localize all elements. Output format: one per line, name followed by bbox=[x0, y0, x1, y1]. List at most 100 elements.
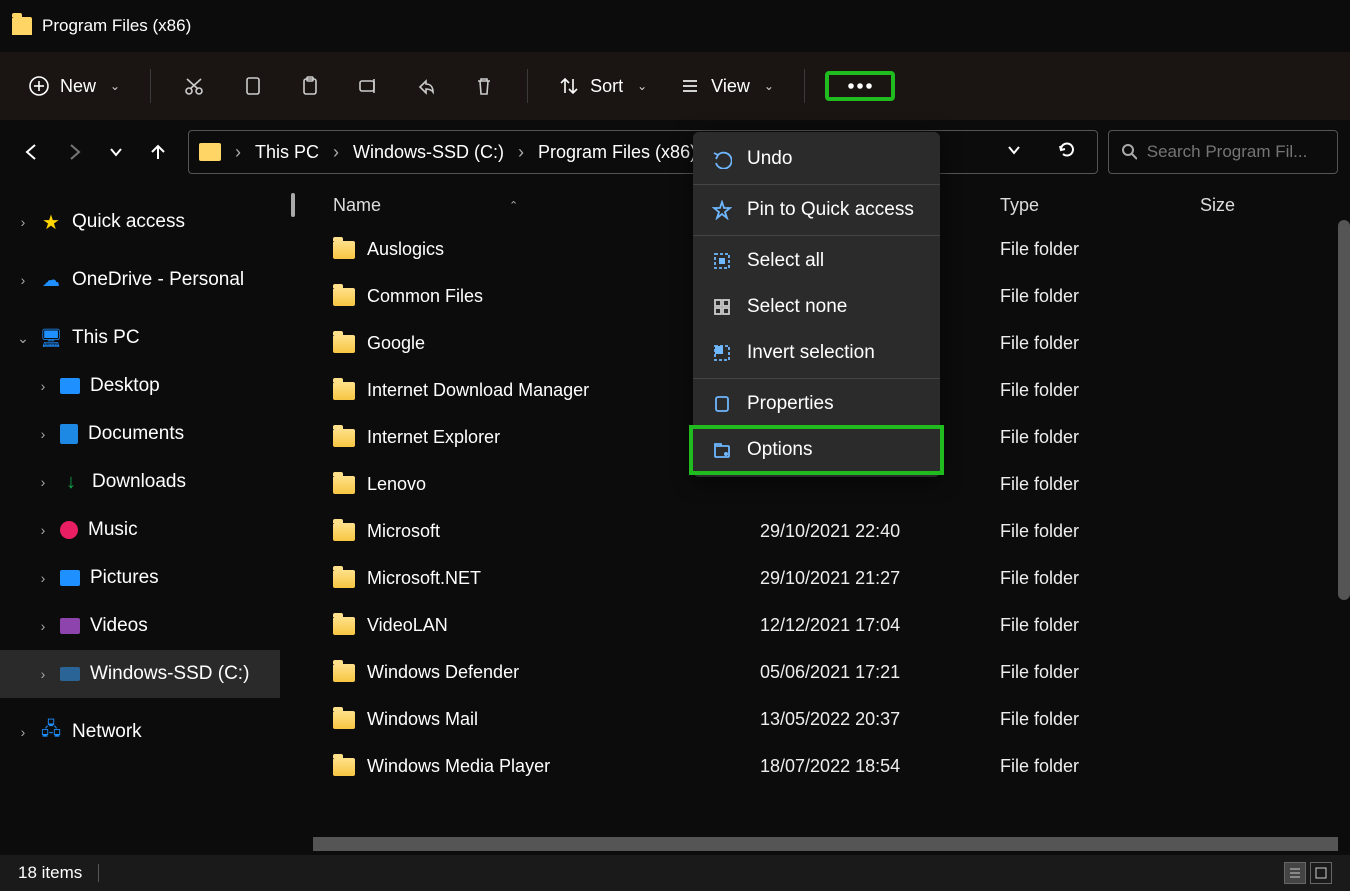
delete-button[interactable] bbox=[461, 69, 507, 103]
new-button[interactable]: New ⌄ bbox=[18, 69, 130, 103]
folder-icon bbox=[333, 570, 355, 588]
chevron-right-icon[interactable]: › bbox=[36, 618, 50, 634]
sidebar-item-this-pc[interactable]: ⌄ 🖥 This PC bbox=[0, 314, 280, 362]
rename-button[interactable] bbox=[345, 69, 391, 103]
table-row[interactable]: Microsoft.NET 29/10/2021 21:27 File fold… bbox=[281, 555, 1350, 602]
sidebar-label: Videos bbox=[90, 615, 148, 637]
copy-button[interactable] bbox=[229, 69, 275, 103]
breadcrumb-folder[interactable]: Program Files (x86) bbox=[538, 142, 696, 163]
back-button[interactable] bbox=[18, 138, 46, 166]
sidebar-label: Documents bbox=[88, 423, 184, 445]
vertical-scrollbar[interactable] bbox=[1338, 220, 1350, 600]
sidebar-item-music[interactable]: › Music bbox=[0, 506, 280, 554]
forward-button[interactable] bbox=[60, 138, 88, 166]
file-type: File folder bbox=[1000, 521, 1200, 542]
chevron-right-icon[interactable]: › bbox=[36, 570, 50, 586]
new-label: New bbox=[60, 76, 96, 97]
chevron-right-icon[interactable]: › bbox=[36, 522, 50, 538]
menu-select-all[interactable]: Select all bbox=[693, 238, 940, 284]
sidebar-item-videos[interactable]: › Videos bbox=[0, 602, 280, 650]
chevron-right-icon[interactable]: › bbox=[16, 272, 30, 288]
close-button[interactable] bbox=[1300, 18, 1328, 35]
column-type[interactable]: Type bbox=[1000, 195, 1200, 216]
separator bbox=[693, 378, 940, 379]
chevron-right-icon[interactable]: › bbox=[36, 474, 50, 490]
chevron-right-icon[interactable]: › bbox=[235, 142, 241, 163]
sort-button[interactable]: Sort ⌄ bbox=[548, 69, 657, 103]
menu-options[interactable]: Options bbox=[693, 427, 940, 473]
file-date: 29/10/2021 21:27 bbox=[760, 568, 1000, 589]
recent-button[interactable] bbox=[102, 138, 130, 166]
chevron-right-icon[interactable]: › bbox=[518, 142, 524, 163]
chevron-down-icon: ⌄ bbox=[764, 79, 774, 93]
breadcrumb-drive[interactable]: Windows-SSD (C:) bbox=[353, 142, 504, 163]
sidebar-item-drive[interactable]: › Windows-SSD (C:) bbox=[0, 650, 280, 698]
star-icon: ★ bbox=[40, 211, 62, 233]
menu-properties[interactable]: Properties bbox=[693, 381, 940, 427]
sidebar-label: Desktop bbox=[90, 375, 160, 397]
table-row[interactable]: Windows Defender 05/06/2021 17:21 File f… bbox=[281, 649, 1350, 696]
share-button[interactable] bbox=[403, 69, 449, 103]
view-button[interactable]: View ⌄ bbox=[669, 69, 784, 103]
file-name: Internet Download Manager bbox=[367, 380, 589, 401]
refresh-button[interactable] bbox=[1047, 140, 1087, 165]
select-all-checkbox[interactable] bbox=[291, 193, 295, 217]
more-button[interactable] bbox=[825, 71, 895, 101]
sidebar-item-quick-access[interactable]: › ★ Quick access bbox=[0, 198, 280, 246]
view-label: View bbox=[711, 76, 750, 97]
thumbnails-view-button[interactable] bbox=[1310, 862, 1332, 884]
chevron-right-icon[interactable]: › bbox=[36, 666, 50, 682]
chevron-right-icon[interactable]: › bbox=[36, 426, 50, 442]
table-row[interactable]: Windows Media Player 18/07/2022 18:54 Fi… bbox=[281, 743, 1350, 790]
paste-button[interactable] bbox=[287, 69, 333, 103]
chevron-down-icon[interactable]: ⌄ bbox=[16, 330, 30, 347]
maximize-button[interactable] bbox=[1244, 18, 1272, 35]
sidebar-item-pictures[interactable]: › Pictures bbox=[0, 554, 280, 602]
chevron-right-icon[interactable]: › bbox=[16, 724, 30, 740]
up-button[interactable] bbox=[144, 138, 172, 166]
menu-pin[interactable]: Pin to Quick access bbox=[693, 187, 940, 233]
sidebar-item-desktop[interactable]: › Desktop bbox=[0, 362, 280, 410]
sidebar-item-network[interactable]: › 🖧 Network bbox=[0, 708, 280, 756]
file-name: VideoLAN bbox=[367, 615, 448, 636]
minimize-button[interactable] bbox=[1188, 18, 1216, 35]
table-row[interactable]: Microsoft 29/10/2021 22:40 File folder bbox=[281, 508, 1350, 555]
file-name: Microsoft bbox=[367, 521, 440, 542]
menu-invert-selection[interactable]: Invert selection bbox=[693, 330, 940, 376]
menu-select-none[interactable]: Select none bbox=[693, 284, 940, 330]
file-name: Google bbox=[367, 333, 425, 354]
chevron-right-icon[interactable]: › bbox=[333, 142, 339, 163]
address-dropdown[interactable] bbox=[995, 141, 1033, 164]
table-row[interactable]: Windows Mail 13/05/2022 20:37 File folde… bbox=[281, 696, 1350, 743]
details-view-button[interactable] bbox=[1284, 862, 1306, 884]
file-name: Microsoft.NET bbox=[367, 568, 481, 589]
file-name: Windows Defender bbox=[367, 662, 519, 683]
window-title: Program Files (x86) bbox=[42, 16, 191, 36]
address-bar[interactable]: › This PC › Windows-SSD (C:) › Program F… bbox=[188, 130, 1098, 174]
table-row[interactable]: VideoLAN 12/12/2021 17:04 File folder bbox=[281, 602, 1350, 649]
sidebar-item-downloads[interactable]: › ↓ Downloads bbox=[0, 458, 280, 506]
sidebar-item-onedrive[interactable]: › ☁ OneDrive - Personal bbox=[0, 256, 280, 304]
item-count: 18 items bbox=[18, 863, 82, 883]
column-size[interactable]: Size bbox=[1200, 195, 1340, 216]
search-box[interactable] bbox=[1108, 130, 1338, 174]
file-type: File folder bbox=[1000, 239, 1200, 260]
file-name: Auslogics bbox=[367, 239, 444, 260]
chevron-right-icon[interactable]: › bbox=[36, 378, 50, 394]
search-input[interactable] bbox=[1147, 142, 1325, 162]
menu-label: Select all bbox=[747, 250, 824, 272]
sidebar-item-documents[interactable]: › Documents bbox=[0, 410, 280, 458]
file-name: Lenovo bbox=[367, 474, 426, 495]
cut-button[interactable] bbox=[171, 69, 217, 103]
file-name: Windows Mail bbox=[367, 709, 478, 730]
folder-icon bbox=[333, 382, 355, 400]
folder-icon bbox=[333, 664, 355, 682]
documents-icon bbox=[60, 424, 78, 444]
chevron-right-icon[interactable]: › bbox=[16, 214, 30, 230]
column-label: Name bbox=[333, 195, 381, 216]
file-type: File folder bbox=[1000, 333, 1200, 354]
title-bar: Program Files (x86) bbox=[0, 0, 1350, 52]
menu-undo[interactable]: Undo bbox=[693, 136, 940, 182]
horizontal-scrollbar[interactable] bbox=[313, 837, 1338, 851]
breadcrumb-this-pc[interactable]: This PC bbox=[255, 142, 319, 163]
